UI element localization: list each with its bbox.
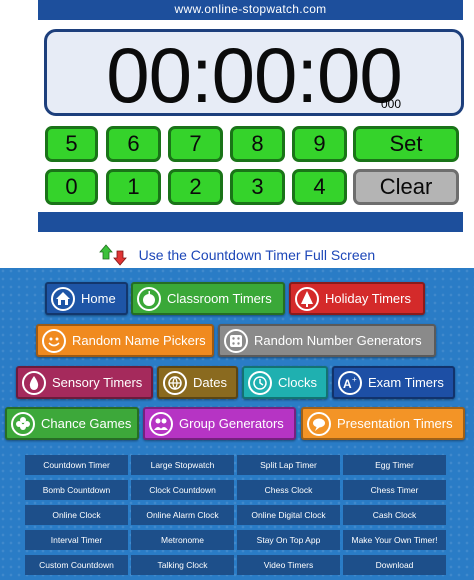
nav-classroom-timers-button[interactable]: Classroom Timers xyxy=(131,282,285,315)
link-interval-timer[interactable]: Interval Timer xyxy=(25,530,128,550)
clover-icon xyxy=(11,412,35,436)
site-url-bar: www.online-stopwatch.com xyxy=(38,0,463,20)
set-button[interactable]: Set xyxy=(353,126,459,162)
key-0[interactable]: 0 xyxy=(45,169,98,205)
nav-presentation-timers-button[interactable]: Presentation Timers xyxy=(301,407,465,440)
link-metronome[interactable]: Metronome xyxy=(131,530,234,550)
house-icon xyxy=(51,287,75,311)
link-chess-clock[interactable]: Chess Clock xyxy=(237,480,340,500)
link-bomb-countdown[interactable]: Bomb Countdown xyxy=(25,480,128,500)
drop-icon xyxy=(22,371,46,395)
link-video-timers[interactable]: Video Timers xyxy=(237,555,340,575)
svg-text:A: A xyxy=(343,377,352,391)
svg-text:+: + xyxy=(352,375,357,384)
link-large-stopwatch[interactable]: Large Stopwatch xyxy=(131,455,234,475)
nav-dates-button[interactable]: Dates xyxy=(157,366,238,399)
nav-holiday-timers-button[interactable]: Holiday Timers xyxy=(289,282,425,315)
time-display: 00:00:00 000 xyxy=(44,29,464,118)
nav-home-button[interactable]: Home xyxy=(45,282,128,315)
milliseconds-value: 000 xyxy=(380,97,401,111)
face-icon xyxy=(42,329,66,353)
key-9[interactable]: 9 xyxy=(292,126,347,162)
site-url: www.online-stopwatch.com xyxy=(174,2,327,16)
people-icon xyxy=(149,412,173,436)
link-clock-countdown[interactable]: Clock Countdown xyxy=(131,480,234,500)
link-download[interactable]: Download xyxy=(343,555,446,575)
nav-clocks-button[interactable]: Clocks xyxy=(242,366,328,399)
nav-random-name-pickers-button[interactable]: Random Name Pickers xyxy=(36,324,214,357)
nav-exam-timers-button[interactable]: A + Exam Timers xyxy=(332,366,455,399)
apple-icon xyxy=(137,287,161,311)
link-talking-clock[interactable]: Talking Clock xyxy=(131,555,234,575)
fullscreen-link[interactable]: Use the Countdown Timer Full Screen xyxy=(0,244,474,266)
nav-sensory-timers-button[interactable]: Sensory Timers xyxy=(16,366,153,399)
up-down-arrows-icon xyxy=(98,244,129,266)
key-6[interactable]: 6 xyxy=(106,126,161,162)
key-8[interactable]: 8 xyxy=(230,126,285,162)
link-make-your-own-timer[interactable]: Make Your Own Timer! xyxy=(343,530,446,550)
clock-icon xyxy=(248,371,272,395)
speech-bubble-icon xyxy=(307,412,331,436)
link-countdown-timer[interactable]: Countdown Timer xyxy=(25,455,128,475)
key-3[interactable]: 3 xyxy=(230,169,285,205)
link-egg-timer[interactable]: Egg Timer xyxy=(343,455,446,475)
key-7[interactable]: 7 xyxy=(168,126,223,162)
key-1[interactable]: 1 xyxy=(106,169,161,205)
dice-icon xyxy=(224,329,248,353)
tree-icon xyxy=(295,287,319,311)
key-5[interactable]: 5 xyxy=(45,126,98,162)
link-split-lap-timer[interactable]: Split Lap Timer xyxy=(237,455,340,475)
link-chess-timer[interactable]: Chess Timer xyxy=(343,480,446,500)
key-4[interactable]: 4 xyxy=(292,169,347,205)
key-2[interactable]: 2 xyxy=(168,169,223,205)
link-online-clock[interactable]: Online Clock xyxy=(25,505,128,525)
globe-icon xyxy=(163,371,187,395)
nav-chance-games-button[interactable]: Chance Games xyxy=(5,407,139,440)
link-cash-clock[interactable]: Cash Clock xyxy=(343,505,446,525)
link-online-alarm-clock[interactable]: Online Alarm Clock xyxy=(131,505,234,525)
fullscreen-link-label: Use the Countdown Timer Full Screen xyxy=(138,247,376,263)
nav-group-generators-button[interactable]: Group Generators xyxy=(143,407,296,440)
clear-button[interactable]: Clear xyxy=(353,169,459,205)
link-stay-on-top-app[interactable]: Stay On Top App xyxy=(237,530,340,550)
grade-a-plus-icon: A + xyxy=(338,371,362,395)
nav-random-number-generators-button[interactable]: Random Number Generators xyxy=(218,324,436,357)
link-online-digital-clock[interactable]: Online Digital Clock xyxy=(237,505,340,525)
link-custom-countdown[interactable]: Custom Countdown xyxy=(25,555,128,575)
widget-footer-bar xyxy=(38,212,463,232)
